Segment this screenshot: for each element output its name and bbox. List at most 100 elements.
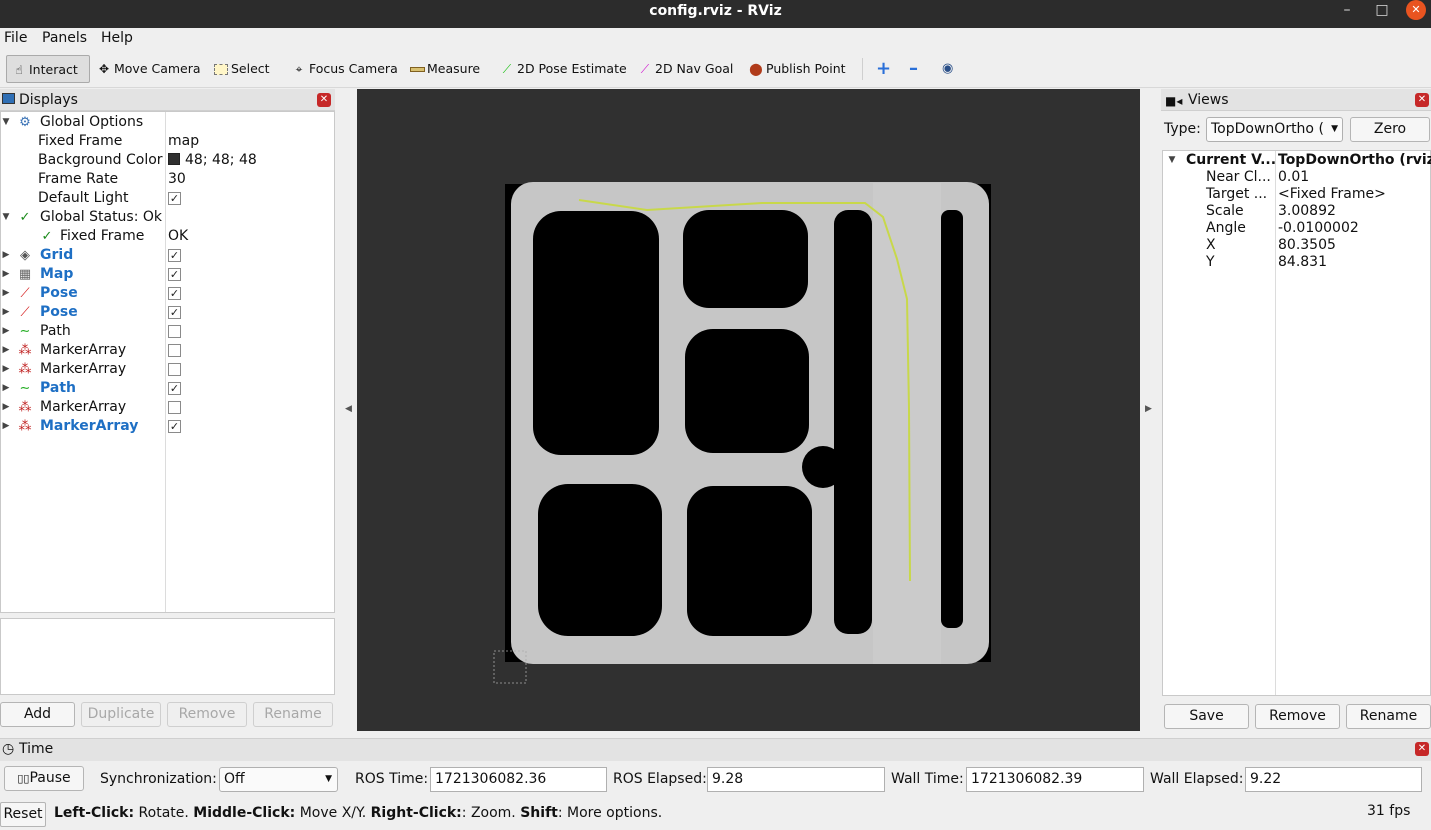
display-row[interactable]: ▶ ∼ Path ✓ — [1, 379, 334, 398]
display-row[interactable]: Background Color 48; 48; 48 — [1, 151, 334, 170]
display-row[interactable]: Fixed Frame map — [1, 132, 334, 151]
display-row[interactable]: ▼ ⚙ Global Options — [1, 113, 334, 132]
current-view-row[interactable]: ▼ Current V... TopDownOrtho (rviz) — [1163, 152, 1431, 169]
menu-help[interactable]: Help — [101, 30, 133, 46]
tool-2d-nav-goal[interactable]: ⟋ 2D Nav Goal — [633, 55, 734, 83]
display-row[interactable]: ▶ ⁂ MarkerArray — [1, 360, 334, 379]
display-enable-checkbox[interactable]: ✓ — [168, 382, 181, 395]
expand-arrow-icon[interactable]: ▶ — [1, 303, 11, 322]
display-enable-checkbox[interactable] — [168, 363, 181, 376]
collapse-right-arrow-icon[interactable]: ▶ — [1145, 404, 1152, 414]
wall-time-field[interactable]: 1721306082.39 — [966, 767, 1144, 792]
expand-arrow-icon[interactable]: ▶ — [1, 265, 11, 284]
maximize-button[interactable]: □ — [1371, 0, 1393, 22]
display-enable-checkbox[interactable]: ✓ — [168, 249, 181, 262]
expand-arrow-icon[interactable]: ▶ — [1, 379, 11, 398]
sync-select[interactable]: Off ▼ — [219, 767, 338, 792]
menu-panels[interactable]: Panels — [42, 30, 87, 46]
close-window-button[interactable]: ✕ — [1406, 0, 1426, 20]
display-row[interactable]: ▶ ⁂ MarkerArray — [1, 398, 334, 417]
obstacle-block — [683, 210, 808, 308]
view-property-row[interactable]: Near Cl... 0.01 — [1163, 169, 1431, 186]
view-property-row[interactable]: Scale 3.00892 — [1163, 203, 1431, 220]
display-row[interactable]: ▶ ⟋ Pose ✓ — [1, 284, 334, 303]
display-value-cell[interactable]: OK — [168, 227, 188, 246]
display-label: Global Options — [40, 114, 144, 130]
menu-file[interactable]: File — [4, 30, 27, 46]
tool-publish-point[interactable]: ⬤ Publish Point — [744, 55, 845, 83]
view-property-row[interactable]: Angle -0.0100002 — [1163, 220, 1431, 237]
display-enable-checkbox[interactable]: ✓ — [168, 287, 181, 300]
duplicate-display-button[interactable]: Duplicate — [81, 702, 161, 727]
display-label: Global Status: Ok — [40, 209, 163, 225]
view-property-row[interactable]: Target ... <Fixed Frame> — [1163, 186, 1431, 203]
display-row[interactable]: ▶ ▦ Map ✓ — [1, 265, 334, 284]
minimize-button[interactable]: – — [1336, 0, 1358, 22]
expand-arrow-icon[interactable]: ▶ — [1, 360, 11, 379]
expand-arrow-icon[interactable]: ▼ — [1167, 152, 1177, 169]
status-bar: Reset Left-Click: Rotate. Middle-Click: … — [0, 800, 1431, 830]
display-row[interactable]: ▶ ∼ Path — [1, 322, 334, 341]
display-enable-checkbox[interactable]: ✓ — [168, 306, 181, 319]
time-controls: ▯▯Pause Synchronization: Off ▼ ROS Time:… — [0, 761, 1431, 799]
display-value-cell[interactable]: map — [168, 132, 199, 151]
expand-arrow-icon[interactable]: ▶ — [1, 417, 11, 436]
display-enable-checkbox[interactable]: ✓ — [168, 420, 181, 433]
display-value-cell[interactable]: 48; 48; 48 — [168, 151, 257, 170]
view-property-row[interactable]: Y 84.831 — [1163, 254, 1431, 271]
collapse-arrow-icon[interactable]: ▼ — [1, 113, 11, 132]
rename-view-button[interactable]: Rename — [1346, 704, 1431, 729]
remove-view-button[interactable]: Remove — [1255, 704, 1340, 729]
remove-tool-button[interactable]: – — [905, 55, 918, 83]
move-camera-icon: ✥ — [98, 62, 110, 76]
display-row[interactable]: ▶ ⁂ MarkerArray ✓ — [1, 417, 334, 436]
expand-arrow-icon[interactable]: ▶ — [1, 246, 11, 265]
display-row[interactable]: Frame Rate 30 — [1, 170, 334, 189]
expand-arrow-icon[interactable]: ▶ — [1, 398, 11, 417]
add-display-button[interactable]: Add — [0, 702, 75, 727]
eye-icon[interactable]: ◉ — [938, 55, 953, 83]
display-row[interactable]: ▼ ✓ Global Status: Ok — [1, 208, 334, 227]
display-row[interactable]: ✓ Fixed Frame OK — [1, 227, 334, 246]
expand-arrow-icon[interactable]: ▶ — [1, 322, 11, 341]
close-displays-icon[interactable]: ✕ — [317, 93, 331, 107]
display-row[interactable]: ▶ ⟋ Pose ✓ — [1, 303, 334, 322]
display-value-cell[interactable]: 30 — [168, 170, 186, 189]
remove-display-button[interactable]: Remove — [167, 702, 247, 727]
expand-arrow-icon[interactable]: ▶ — [1, 341, 11, 360]
display-enable-checkbox[interactable] — [168, 325, 181, 338]
close-time-icon[interactable]: ✕ — [1415, 742, 1429, 756]
add-tool-button[interactable]: + — [872, 55, 891, 83]
collapse-arrow-icon[interactable]: ▼ — [1, 208, 11, 227]
display-enable-checkbox[interactable] — [168, 401, 181, 414]
ros-time-field[interactable]: 1721306082.36 — [430, 767, 607, 792]
pause-button[interactable]: ▯▯Pause — [4, 766, 84, 791]
display-enable-checkbox[interactable]: ✓ — [168, 268, 181, 281]
reset-button[interactable]: Reset — [0, 802, 46, 827]
display-row[interactable]: ▶ ⁂ MarkerArray — [1, 341, 334, 360]
hand-pointer-icon: ☝ — [15, 63, 23, 77]
display-row[interactable]: Default Light ✓ — [1, 189, 334, 208]
color-swatch[interactable] — [168, 153, 180, 165]
ros-elapsed-field[interactable]: 9.28 — [707, 767, 885, 792]
display-enable-checkbox[interactable] — [168, 344, 181, 357]
display-enable-checkbox[interactable]: ✓ — [168, 192, 181, 205]
view-property-row[interactable]: X 80.3505 — [1163, 237, 1431, 254]
tool-interact[interactable]: ☝ Interact — [6, 55, 90, 83]
expand-arrow-icon[interactable]: ▶ — [1, 284, 11, 303]
tool-measure[interactable]: Measure — [405, 55, 480, 83]
close-views-icon[interactable]: ✕ — [1415, 93, 1429, 107]
collapse-left-arrow-icon[interactable]: ◀ — [345, 404, 352, 414]
render-viewport[interactable] — [357, 89, 1140, 731]
view-property-label: Target ... — [1206, 186, 1268, 202]
wall-elapsed-field[interactable]: 9.22 — [1245, 767, 1422, 792]
view-type-select[interactable]: TopDownOrtho ( ▼ — [1206, 117, 1343, 142]
zero-button[interactable]: Zero — [1350, 117, 1430, 142]
tool-focus-camera[interactable]: ⌖ Focus Camera — [287, 55, 398, 83]
rename-display-button[interactable]: Rename — [253, 702, 333, 727]
tool-select[interactable]: Select — [209, 55, 270, 83]
save-view-button[interactable]: Save — [1164, 704, 1249, 729]
display-row[interactable]: ▶ ◈ Grid ✓ — [1, 246, 334, 265]
tool-move-camera[interactable]: ✥ Move Camera — [92, 55, 201, 83]
tool-2d-pose-estimate[interactable]: ⟋ 2D Pose Estimate — [495, 55, 627, 83]
